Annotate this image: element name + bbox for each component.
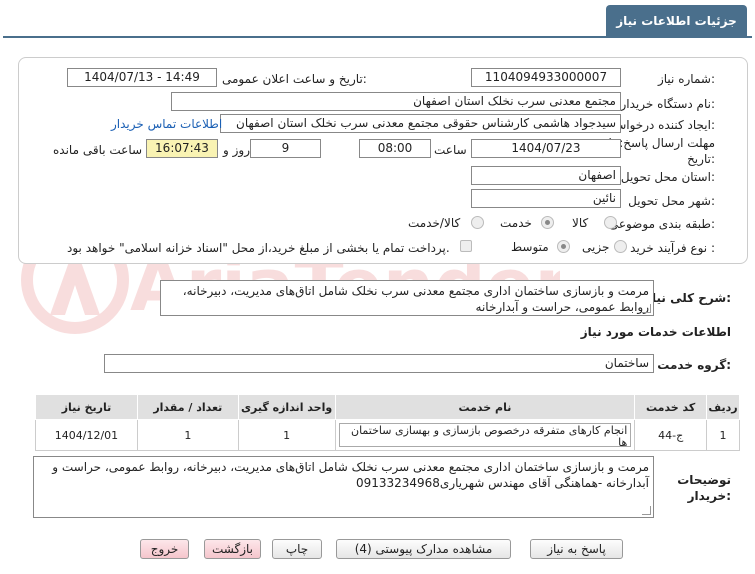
table-row: 1 ج-44 انجام کارهای متفرقه درخصوص بازساز… bbox=[35, 419, 740, 451]
back-button[interactable]: بازگشت bbox=[204, 539, 261, 559]
service-group-label: گروه خدمت: bbox=[657, 358, 731, 372]
table-header-row: ردیف کد خدمت نام خدمت واحد اندازه گیری ت… bbox=[35, 394, 740, 420]
service-name-box: انجام کارهای متفرقه درخصوص بازسازی و بهس… bbox=[338, 423, 632, 447]
cell-row-number: 1 bbox=[706, 419, 740, 451]
days-remaining-field[interactable]: 9 bbox=[250, 139, 321, 158]
buyer-org-field[interactable]: مجتمع معدنی سرب نخلک استان اصفهان bbox=[171, 92, 621, 111]
process-option-medium-label: متوسط bbox=[511, 240, 549, 254]
column-header-service-name: نام خدمت bbox=[334, 394, 636, 420]
summary-label: شرح کلی نیاز: bbox=[645, 291, 731, 305]
buyer-notes-text: مرمت و بازسازی ساختمان اداری مجتمع معدنی… bbox=[52, 460, 649, 490]
remaining-time-label: ساعت باقی مانده bbox=[53, 143, 143, 157]
summary-text: مرمت و بازسازی ساختمان اداری مجتمع معدنی… bbox=[182, 284, 649, 314]
category-service-radio[interactable] bbox=[541, 216, 554, 229]
print-button[interactable]: چاپ bbox=[272, 539, 322, 559]
remaining-time-field[interactable]: 16:07:43 bbox=[146, 139, 218, 158]
creator-label: ایجاد کننده درخواست: bbox=[604, 118, 715, 132]
services-section-title: اطلاعات خدمات مورد نیاز bbox=[580, 325, 731, 339]
category-option-goods-service-label: کالا/خدمت bbox=[408, 216, 461, 230]
column-header-need-date: تاریخ نیاز bbox=[35, 394, 138, 420]
cell-unit: 1 bbox=[237, 419, 336, 451]
summary-textarea[interactable]: مرمت و بازسازی ساختمان اداری مجتمع معدنی… bbox=[160, 280, 654, 316]
deadline-date-field[interactable]: 1404/07/23 bbox=[471, 139, 621, 158]
process-type-label: نوع فرآیند خرید : bbox=[630, 241, 715, 255]
province-field[interactable]: اصفهان bbox=[471, 166, 621, 185]
exit-button[interactable]: خروج bbox=[140, 539, 189, 559]
process-medium-radio[interactable] bbox=[557, 240, 570, 253]
announce-datetime-label: تاریخ و ساعت اعلان عمومی: bbox=[222, 72, 367, 86]
reply-button[interactable]: پاسخ به نیاز bbox=[530, 539, 623, 559]
buyer-notes-label-line2: خریدار: bbox=[687, 489, 731, 503]
cell-service-code: ج-44 bbox=[634, 419, 708, 451]
title-underline bbox=[3, 36, 752, 38]
announce-datetime-field[interactable]: 1404/07/13 - 14:49 bbox=[67, 68, 217, 87]
category-label: طبقه بندی موضوعی: bbox=[608, 217, 715, 231]
buyer-org-label: نام دستگاه خریدار: bbox=[620, 97, 716, 111]
deadline-time-field[interactable]: 08:00 bbox=[359, 139, 431, 158]
category-goods-service-radio[interactable] bbox=[471, 216, 484, 229]
process-option-partial-label: جزیی bbox=[582, 240, 610, 254]
page-title: جزئیات اطلاعات نیاز bbox=[606, 5, 747, 37]
need-number-field[interactable]: 1104094933000007 bbox=[471, 68, 621, 87]
category-option-service-label: خدمت bbox=[500, 216, 532, 230]
service-group-field[interactable]: ساختمان bbox=[104, 354, 654, 373]
cell-need-date: 1404/12/01 bbox=[35, 419, 138, 451]
buyer-notes-textarea[interactable]: مرمت و بازسازی ساختمان اداری مجتمع معدنی… bbox=[33, 456, 654, 518]
column-header-unit: واحد اندازه گیری bbox=[237, 394, 336, 420]
buyer-contact-link[interactable]: اطلاعات تماس خریدار bbox=[111, 117, 222, 131]
column-header-row-number: ردیف bbox=[706, 394, 740, 420]
process-partial-radio[interactable] bbox=[614, 240, 627, 253]
view-attachments-button[interactable]: مشاهده مدارک پیوستی (4) bbox=[336, 539, 511, 559]
deadline-time-label: ساعت bbox=[434, 143, 467, 157]
deadline-label-line2: تاریخ: bbox=[687, 152, 715, 166]
deadline-label-line1: مهلت ارسال پاسخ: تا bbox=[608, 136, 715, 150]
cell-service-name: انجام کارهای متفرقه درخصوص بازسازی و بهس… bbox=[334, 419, 636, 451]
province-label: استان محل تحویل: bbox=[620, 170, 715, 184]
cell-quantity: 1 bbox=[136, 419, 239, 451]
need-details-panel bbox=[18, 57, 748, 264]
resize-handle-icon[interactable] bbox=[642, 506, 651, 515]
city-label: شهر محل تحویل: bbox=[628, 194, 715, 208]
resize-handle-icon[interactable] bbox=[642, 304, 651, 313]
column-header-service-code: کد خدمت bbox=[634, 394, 708, 420]
treasury-payment-note: پرداخت تمام یا بخشی از مبلغ خرید،از محل … bbox=[67, 241, 450, 255]
days-label: روز و bbox=[223, 143, 250, 157]
creator-field[interactable]: سیدجواد هاشمی کارشناس حقوقی مجتمع معدنی … bbox=[220, 114, 621, 133]
column-header-quantity: تعداد / مقدار bbox=[136, 394, 239, 420]
buyer-notes-label-line1: توضیحات bbox=[677, 473, 731, 487]
city-field[interactable]: نائین bbox=[471, 189, 621, 208]
treasury-payment-checkbox[interactable] bbox=[460, 240, 472, 252]
need-number-label: شماره نیاز: bbox=[657, 72, 715, 86]
category-option-goods-label: کالا bbox=[572, 216, 589, 230]
services-table: ردیف کد خدمت نام خدمت واحد اندازه گیری ت… bbox=[35, 394, 740, 451]
category-goods-radio[interactable] bbox=[604, 216, 617, 229]
title-bar: جزئیات اطلاعات نیاز bbox=[0, 0, 755, 40]
